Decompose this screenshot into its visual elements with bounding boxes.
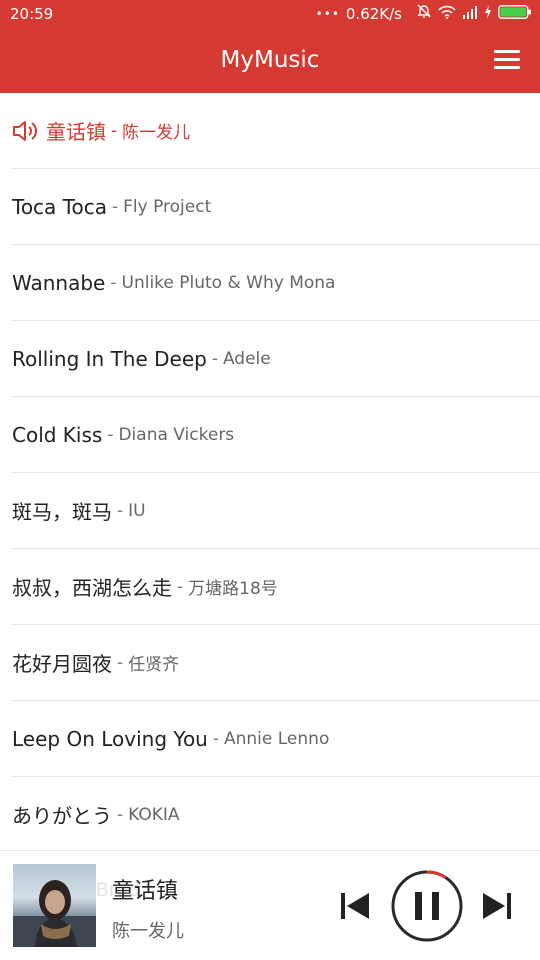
- player-song-title: 童话镇: [112, 879, 179, 904]
- song-row[interactable]: ありがとう - KOKIA: [12, 777, 540, 853]
- player-artist: 陈一发儿: [112, 921, 184, 942]
- song-artist: Unlike Pluto & Why Mona: [121, 272, 336, 293]
- song-separator: -: [111, 196, 119, 217]
- song-title: 斑马，斑马: [12, 500, 112, 524]
- network-speed: 0.62K/s: [345, 5, 402, 23]
- song-separator: -: [110, 272, 117, 293]
- status-icons: ••• 0.62K/s: [316, 0, 532, 28]
- song-row[interactable]: 叔叔，西湖怎么走 - 万塘路18号: [12, 549, 540, 625]
- song-artist: 陈一发儿: [122, 123, 191, 143]
- status-bar: 20:59 ••• 0.62K/s: [0, 0, 540, 28]
- song-row[interactable]: Leep On Loving You - Annie Lenno: [12, 701, 540, 777]
- wifi-icon: [438, 0, 456, 28]
- song-title: Toca Toca: [12, 194, 107, 219]
- song-row[interactable]: Rolling In The Deep - Adele: [12, 321, 540, 397]
- next-track-icon[interactable]: [480, 891, 514, 921]
- notification-dots: •••: [315, 7, 340, 21]
- song-row-now-playing[interactable]: 童话镇 - 陈一发儿: [12, 93, 540, 169]
- song-title: Wannabe: [12, 270, 106, 295]
- song-title: 花好月圆夜: [12, 652, 112, 676]
- song-artist: Fly Project: [123, 196, 212, 217]
- previous-track-icon[interactable]: [338, 891, 372, 921]
- album-cover[interactable]: [13, 864, 96, 947]
- song-artist: KOKIA: [128, 804, 180, 825]
- song-separator: -: [211, 348, 218, 369]
- song-title: 叔叔，西湖怎么走: [12, 576, 172, 600]
- app-bar: MyMusic: [0, 28, 540, 93]
- song-title: ありがとう: [12, 804, 112, 828]
- song-artist: 万塘路18号: [188, 579, 278, 599]
- signal-icon: [462, 0, 478, 28]
- now-playing-bar: Bill & Brod 童话镇 陈一发儿: [0, 850, 540, 960]
- mute-bell-icon: [416, 0, 432, 28]
- charging-icon: [484, 0, 492, 28]
- pause-button[interactable]: [390, 869, 464, 943]
- song-row[interactable]: Cold Kiss - Diana Vickers: [12, 397, 540, 473]
- song-artist: Adele: [222, 348, 271, 369]
- song-separator: -: [117, 804, 124, 825]
- song-row[interactable]: 斑马，斑马 - IU: [12, 473, 540, 549]
- song-separator: -: [111, 120, 118, 141]
- song-artist: Annie Lenno: [224, 728, 330, 749]
- screen: 20:59 ••• 0.62K/s MyMusic 童话镇 - 陈一发儿 Toc…: [0, 0, 540, 960]
- song-title: Cold Kiss: [12, 422, 103, 447]
- menu-line: [494, 50, 520, 53]
- song-artist: 任贤齐: [128, 655, 180, 675]
- song-row[interactable]: Toca Toca - Fly Project: [12, 169, 540, 245]
- song-title: Rolling In The Deep: [12, 346, 207, 371]
- song-separator: -: [107, 424, 114, 445]
- song-list: 童话镇 - 陈一发儿 Toca Toca - Fly Project Wanna…: [0, 93, 540, 853]
- status-time: 20:59: [10, 5, 54, 23]
- menu-line: [494, 66, 520, 69]
- song-artist: Diana Vickers: [118, 424, 235, 445]
- speaker-playing-icon: [13, 120, 37, 141]
- hamburger-menu-icon[interactable]: [494, 50, 520, 70]
- song-title: Leep On Loving You: [12, 726, 208, 751]
- song-separator: -: [117, 652, 124, 673]
- battery-icon: [498, 0, 532, 28]
- song-separator: -: [117, 500, 124, 521]
- song-separator: -: [212, 728, 219, 749]
- song-separator: -: [177, 576, 184, 597]
- song-row[interactable]: Wannabe - Unlike Pluto & Why Mona: [12, 245, 540, 321]
- song-artist: IU: [128, 500, 146, 521]
- app-title: MyMusic: [220, 47, 320, 73]
- song-title: 童话镇: [46, 120, 106, 144]
- menu-line: [494, 58, 520, 61]
- song-row[interactable]: 花好月圆夜 - 任贤齐: [12, 625, 540, 701]
